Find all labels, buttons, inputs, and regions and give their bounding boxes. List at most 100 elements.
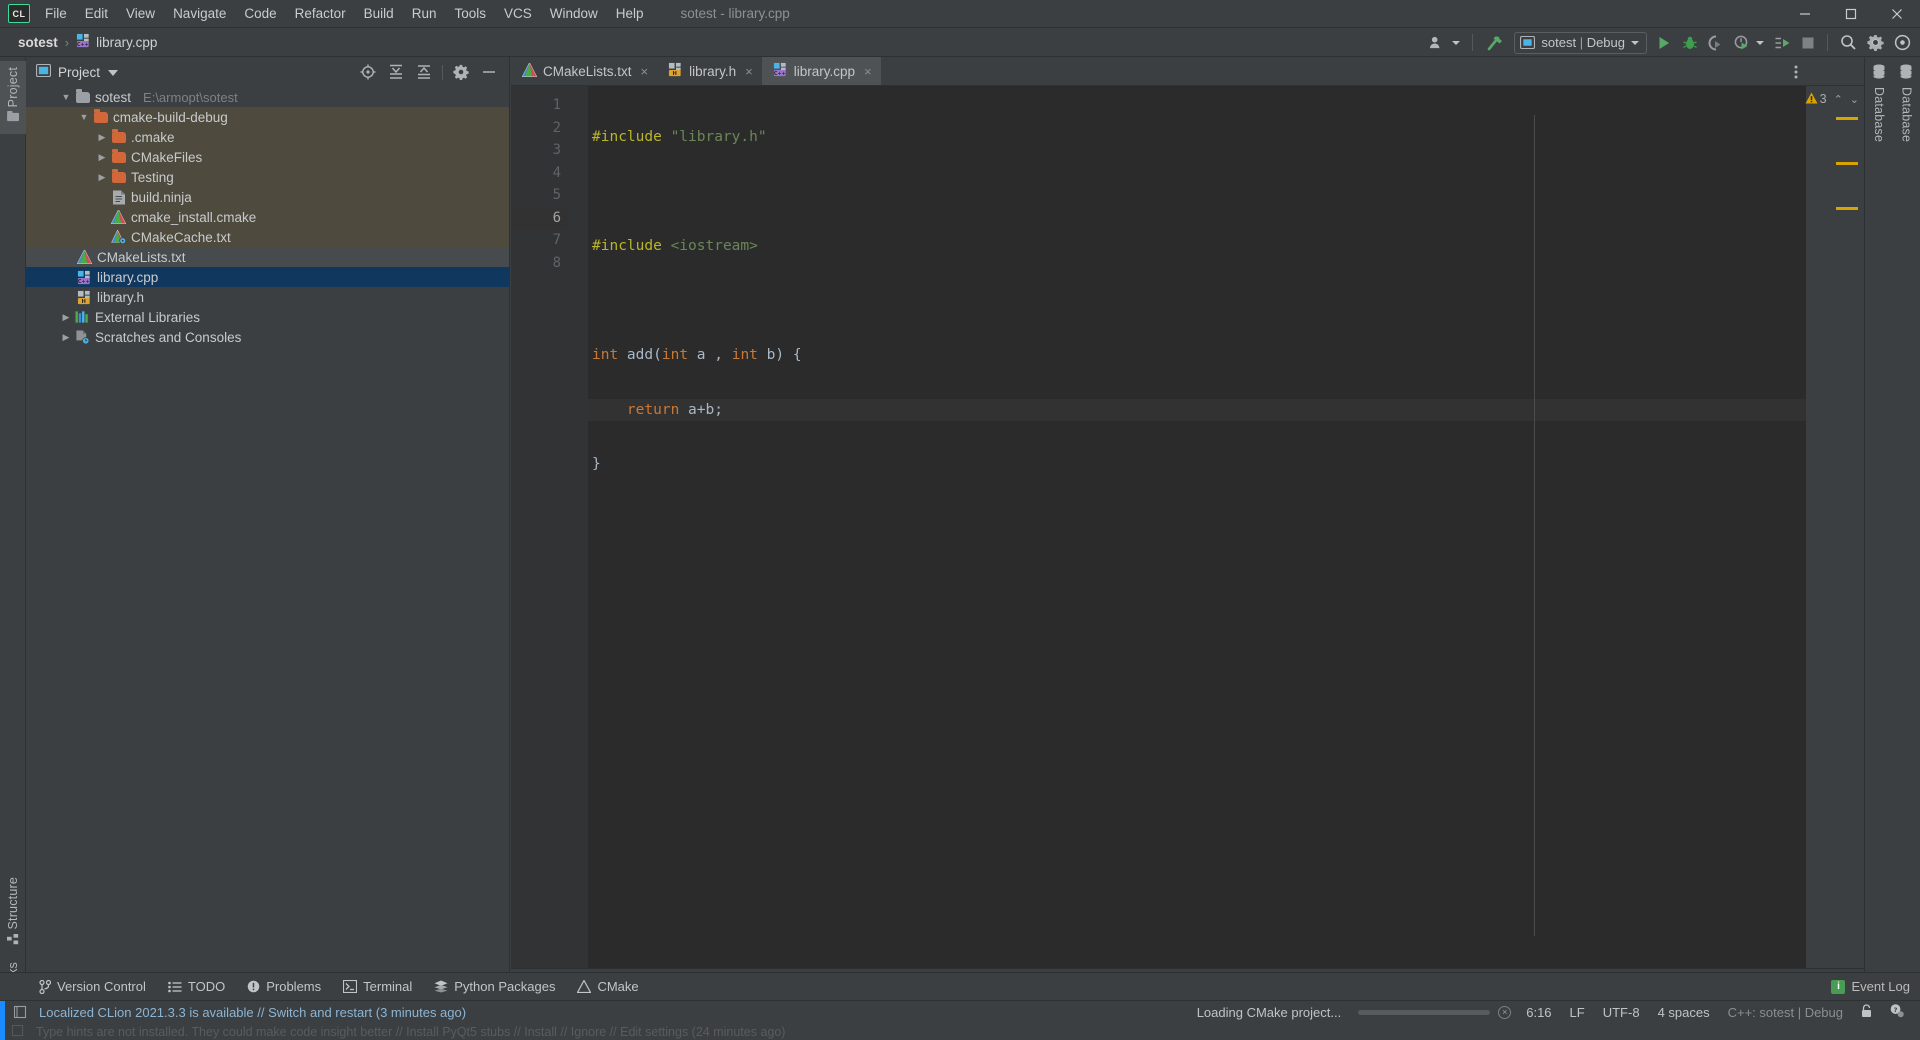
bottom-item-python-packages[interactable]: Python Packages <box>423 979 566 994</box>
menu-item-view[interactable]: View <box>117 2 164 25</box>
bottom-item-version-control[interactable]: Version Control <box>28 979 157 994</box>
tab-library-h[interactable]: H library.h × <box>657 57 762 85</box>
code-line-3[interactable]: #include <iostream> <box>588 235 1864 258</box>
project-tree[interactable]: ▼ sotest E:\armopt\sotest ▼ cmake-build-… <box>26 87 509 1000</box>
minimize-button[interactable] <box>1782 0 1828 28</box>
run-with-coverage-button[interactable] <box>1703 28 1729 57</box>
maximize-button[interactable] <box>1828 0 1874 28</box>
menu-item-edit[interactable]: Edit <box>76 2 117 25</box>
menu-item-code[interactable]: Code <box>235 2 285 25</box>
tree-item-cmakelists[interactable]: CMakeLists.txt <box>26 247 509 267</box>
tree-item-cmake-install[interactable]: cmake_install.cmake <box>26 207 509 227</box>
chevron-down-icon[interactable]: ▼ <box>58 92 74 102</box>
close-button[interactable] <box>1874 0 1920 28</box>
code-line-4[interactable] <box>588 290 1864 313</box>
tree-item-sotest[interactable]: ▼ sotest E:\armopt\sotest <box>26 87 509 107</box>
breadcrumb-file[interactable]: library.cpp <box>96 35 157 50</box>
menu-item-file[interactable]: File <box>36 2 76 25</box>
chevron-right-icon[interactable]: ▶ <box>94 132 110 143</box>
inspection-marker[interactable] <box>1836 162 1858 165</box>
menu-item-tools[interactable]: Tools <box>445 2 495 25</box>
attach-to-process-button[interactable] <box>1769 28 1796 57</box>
indent-size[interactable]: 4 spaces <box>1649 1005 1719 1020</box>
menu-item-build[interactable]: Build <box>355 2 403 25</box>
code-folding-gutter[interactable] <box>569 86 643 968</box>
caret-position[interactable]: 6:16 <box>1517 1005 1560 1020</box>
chevron-right-icon[interactable]: ▶ <box>58 332 74 343</box>
tree-item-cmakefiles[interactable]: ▶ CMakeFiles <box>26 147 509 167</box>
menu-item-navigate[interactable]: Navigate <box>164 2 235 25</box>
gear-icon[interactable] <box>447 64 475 80</box>
expand-all-icon[interactable] <box>382 64 410 80</box>
breadcrumb-project[interactable]: sotest <box>18 35 58 50</box>
run-button[interactable] <box>1651 28 1677 57</box>
tree-item-cmake-build-debug[interactable]: ▼ cmake-build-debug <box>26 107 509 127</box>
tab-cmakelists-txt[interactable]: CMakeLists.txt × <box>511 57 657 85</box>
event-log-button[interactable]: i Event Log <box>1831 979 1920 994</box>
chevron-right-icon[interactable]: ▶ <box>58 312 74 323</box>
chevron-down-icon[interactable]: ▼ <box>76 112 92 122</box>
tree-item-dot-cmake[interactable]: ▶ .cmake <box>26 127 509 147</box>
chevron-down-icon[interactable]: ⌄ <box>1850 93 1859 106</box>
run-configuration-selector[interactable]: sotest | Debug <box>1514 31 1647 54</box>
code-text[interactable]: #include "library.h" #include <iostream>… <box>588 86 1864 968</box>
tree-item-library-h[interactable]: H library.h <box>26 287 509 307</box>
close-icon[interactable]: × <box>641 64 649 79</box>
menu-item-refactor[interactable]: Refactor <box>286 2 355 25</box>
clion-logo-icon[interactable]: CL <box>8 4 30 23</box>
collapse-all-icon[interactable] <box>410 64 438 80</box>
tab-library-cpp[interactable]: C++ library.cpp × <box>761 57 881 85</box>
sidebar-item-structure[interactable]: Structure <box>0 877 26 954</box>
code-view[interactable]: 1 2 3 4 5 6 7 8 #include "library.h" #in… <box>511 86 1864 968</box>
chevron-up-icon[interactable]: ⌃ <box>1834 93 1843 106</box>
code-line-6[interactable]: return a+b; <box>588 398 1864 421</box>
toolchain-status[interactable]: C++: sotest | Debug <box>1719 1005 1852 1020</box>
sidebar-item-project[interactable]: Project <box>0 61 26 135</box>
line-separator[interactable]: LF <box>1561 1005 1594 1020</box>
bottom-item-todo[interactable]: TODO <box>157 979 236 994</box>
chevron-right-icon[interactable]: ▶ <box>94 152 110 163</box>
build-button[interactable] <box>1480 28 1510 57</box>
code-line-5[interactable]: int add(int a , int b) { <box>588 344 1864 367</box>
cancel-progress-button[interactable]: × <box>1498 1005 1512 1019</box>
notification-icon[interactable] <box>14 1005 27 1019</box>
account-button[interactable] <box>1424 28 1465 57</box>
menu-item-run[interactable]: Run <box>403 2 446 25</box>
settings-gear-button[interactable] <box>1862 28 1889 57</box>
tree-item-build-ninja[interactable]: build.ninja <box>26 187 509 207</box>
menu-item-vcs[interactable]: VCS <box>495 2 541 25</box>
lock-icon[interactable] <box>1852 1003 1881 1021</box>
inspection-profile-icon[interactable]: ? <box>1881 1003 1912 1021</box>
hide-panel-icon[interactable] <box>475 64 503 80</box>
file-encoding[interactable]: UTF-8 <box>1594 1005 1649 1020</box>
close-icon[interactable]: × <box>745 64 753 79</box>
search-everywhere-button[interactable] <box>1835 28 1862 57</box>
inspection-marker[interactable] <box>1836 207 1858 210</box>
code-line-2[interactable] <box>588 181 1864 204</box>
sidebar-item-database[interactable]: Database <box>1865 57 1893 1000</box>
settings-extra-button[interactable] <box>1889 28 1916 57</box>
tree-item-cmakecache[interactable]: CMakeCache.txt <box>26 227 509 247</box>
status-message[interactable]: Localized CLion 2021.3.3 is available //… <box>39 1005 466 1020</box>
profile-button[interactable] <box>1729 28 1769 57</box>
inspection-marker[interactable] <box>1836 117 1858 120</box>
menu-item-window[interactable]: Window <box>541 2 607 25</box>
sidebar-item-database-2[interactable]: Database <box>1893 57 1920 1000</box>
tree-item-external-libraries[interactable]: ▶ External Libraries <box>26 307 509 327</box>
code-line-7[interactable]: } <box>588 453 1864 476</box>
tree-item-scratches-and-consoles[interactable]: ▶ Scratches and Consoles <box>26 327 509 347</box>
chevron-down-icon[interactable] <box>108 65 119 80</box>
stop-button[interactable] <box>1796 28 1820 57</box>
locate-icon[interactable] <box>354 64 382 80</box>
close-icon[interactable]: × <box>864 64 872 79</box>
bottom-item-terminal[interactable]: Terminal <box>332 979 423 994</box>
bottom-item-cmake[interactable]: CMake <box>566 979 649 994</box>
menu-item-help[interactable]: Help <box>607 2 653 25</box>
tree-item-testing[interactable]: ▶ Testing <box>26 167 509 187</box>
inspection-marker-panel[interactable]: 3 ⌃ ⌄ <box>1805 86 1864 968</box>
code-line-8[interactable] <box>588 508 1864 531</box>
debug-button[interactable] <box>1677 28 1703 57</box>
tree-item-library-cpp[interactable]: C++ library.cpp <box>26 267 509 287</box>
chevron-right-icon[interactable]: ▶ <box>94 172 110 183</box>
code-line-1[interactable]: #include "library.h" <box>588 126 1864 149</box>
